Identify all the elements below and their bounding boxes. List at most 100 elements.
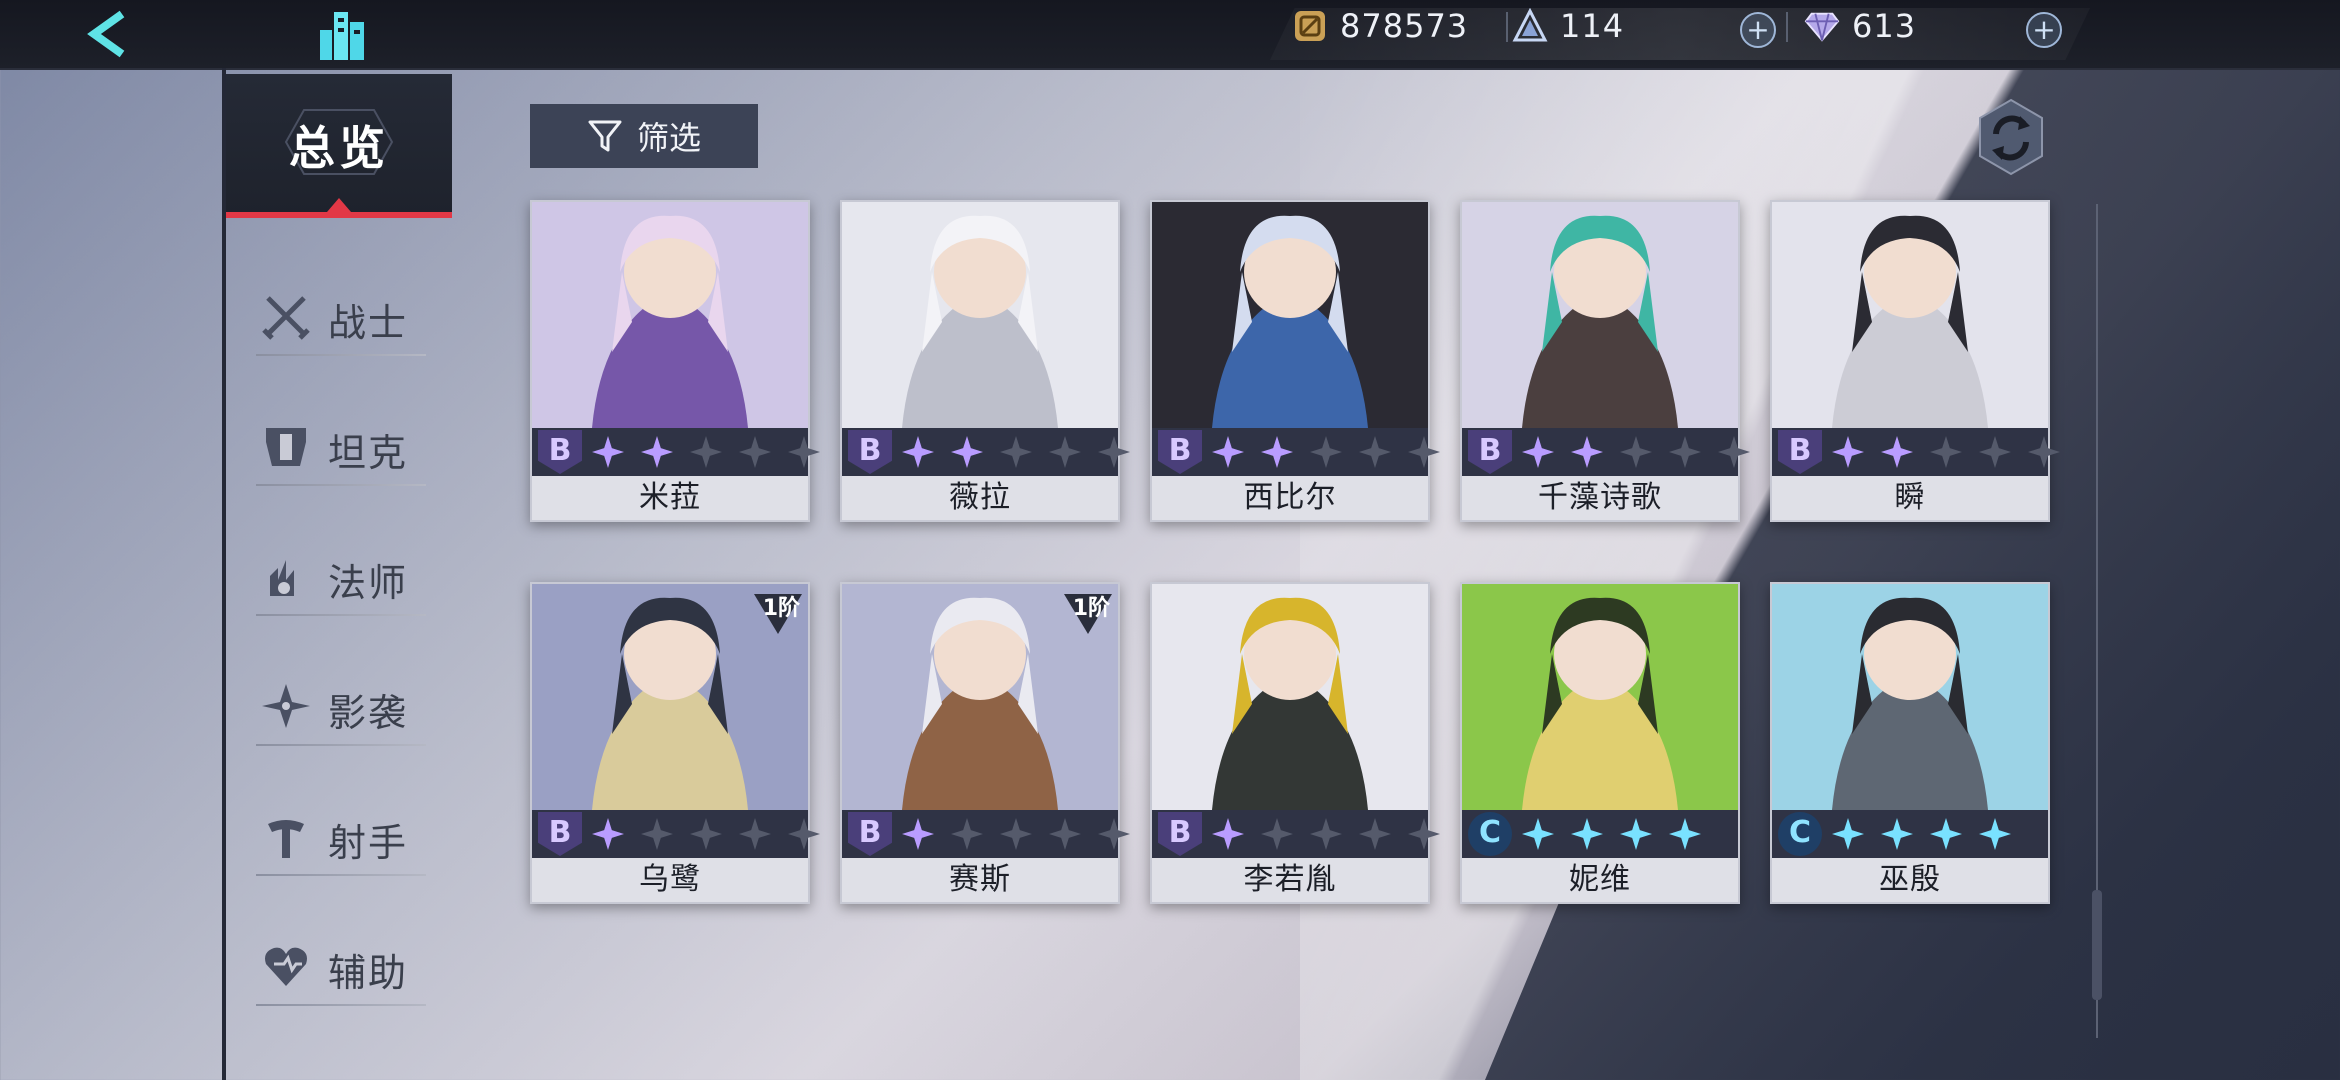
nav-tab-warrior[interactable]: 战士	[256, 270, 426, 356]
character-card[interactable]: C 妮维	[1460, 582, 1740, 904]
character-portrait	[1462, 202, 1738, 428]
star-filled-icon	[1620, 818, 1652, 850]
nav-tank-label: 坦克	[328, 431, 409, 475]
star-empty-icon	[1098, 436, 1130, 468]
star-empty-icon	[788, 818, 820, 850]
character-portrait	[1152, 584, 1428, 810]
star-empty-icon	[739, 818, 771, 850]
star-empty-icon	[1049, 436, 1081, 468]
gold-amount: 878573	[1340, 7, 1469, 45]
star-empty-icon	[1620, 436, 1652, 468]
star-filled-icon	[1212, 436, 1244, 468]
gold-coin-icon	[1292, 8, 1328, 44]
city-buildings-icon	[320, 12, 364, 60]
shield-icon	[266, 428, 306, 466]
character-card[interactable]: B 李若胤	[1150, 582, 1440, 904]
character-name: 乌鹭	[532, 858, 808, 902]
resource-divider	[1786, 12, 1788, 42]
rank-badge: B	[848, 430, 892, 474]
refresh-cycle-icon	[1979, 98, 2043, 176]
crystal-resource: 613	[1804, 7, 1917, 45]
nav-warrior-label: 战士	[328, 301, 409, 345]
flame-staff-icon	[270, 560, 294, 596]
background-light-streak	[1300, 0, 2340, 1080]
rarity-star-bar: C	[1772, 810, 2048, 858]
crystal-amount: 613	[1852, 7, 1917, 45]
rarity-star-bar: C	[1462, 810, 1738, 858]
rank-badge: B	[538, 812, 582, 856]
star-filled-icon	[592, 436, 624, 468]
character-card[interactable]: 1阶 B 赛斯	[840, 582, 1130, 904]
nav-shooter-label: 射手	[328, 821, 409, 865]
star-empty-icon	[1979, 436, 2011, 468]
plus-icon: +	[2032, 13, 2056, 46]
character-portrait	[532, 202, 808, 428]
add-crystal-button[interactable]: +	[2026, 12, 2062, 48]
rank-badge: C	[1778, 812, 1822, 856]
character-portrait	[1462, 584, 1738, 810]
scrollbar-thumb[interactable]	[2092, 890, 2102, 1000]
star-empty-icon	[690, 436, 722, 468]
rarity-star-bar: B	[532, 810, 820, 858]
character-portrait	[1772, 584, 2048, 810]
star-empty-icon	[1310, 436, 1342, 468]
character-card[interactable]: B 千藻诗歌	[1460, 200, 1750, 522]
star-filled-icon	[1669, 818, 1701, 850]
filter-label: 筛选	[636, 119, 701, 157]
character-name: 李若胤	[1152, 858, 1428, 902]
home-city-button[interactable]	[314, 6, 374, 62]
character-name: 赛斯	[842, 858, 1118, 902]
star-filled-icon	[641, 436, 673, 468]
rank-badge: B	[1158, 430, 1202, 474]
star-empty-icon	[739, 436, 771, 468]
character-card[interactable]: B 西比尔	[1150, 200, 1440, 522]
energy-triangle-icon	[1512, 8, 1548, 44]
rank-badge: C	[1468, 812, 1512, 856]
star-filled-icon	[1832, 818, 1864, 850]
nav-tab-overview[interactable]: 总览	[226, 74, 452, 218]
gold-resource: 878573	[1292, 7, 1469, 45]
star-empty-icon	[1261, 818, 1293, 850]
energy-resource: 114	[1512, 7, 1625, 45]
active-indicator-bar	[226, 212, 452, 218]
nav-tab-assassin[interactable]: 影袭	[256, 660, 426, 746]
nav-tab-tank[interactable]: 坦克	[256, 400, 426, 486]
rank-badge: B	[1468, 430, 1512, 474]
nav-underline	[256, 744, 426, 746]
character-card[interactable]: B 薇拉	[840, 200, 1130, 522]
star-empty-icon	[951, 818, 983, 850]
star-filled-icon	[1522, 818, 1554, 850]
star-empty-icon	[1000, 436, 1032, 468]
nav-underline	[256, 1004, 426, 1006]
star-empty-icon	[1669, 436, 1701, 468]
tier-badge: 1阶	[752, 586, 804, 638]
character-name: 千藻诗歌	[1462, 476, 1738, 520]
star-empty-icon	[690, 818, 722, 850]
star-filled-icon	[1832, 436, 1864, 468]
star-filled-icon	[1212, 818, 1244, 850]
active-indicator-triangle	[327, 198, 351, 212]
star-filled-icon	[1979, 818, 2011, 850]
character-card[interactable]: B瞬	[1770, 200, 2060, 522]
nav-tab-support[interactable]: 辅助	[256, 920, 426, 1006]
add-energy-button[interactable]: +	[1740, 12, 1776, 48]
character-name: 巫殷	[1772, 858, 2048, 902]
tier-label: 1阶	[1072, 596, 1110, 621]
star-filled-icon	[1571, 818, 1603, 850]
nav-tab-shooter[interactable]: 射手	[256, 790, 426, 876]
character-card[interactable]: C 巫殷	[1770, 582, 2050, 904]
rank-badge: B	[1778, 430, 1822, 474]
filter-button[interactable]: 筛选	[530, 104, 758, 168]
back-button[interactable]	[80, 6, 140, 62]
star-empty-icon	[1359, 818, 1391, 850]
star-empty-icon	[641, 818, 673, 850]
energy-amount: 114	[1560, 7, 1625, 45]
nav-mage-label: 法师	[328, 561, 409, 605]
refresh-button[interactable]	[1976, 98, 2046, 176]
character-portrait	[842, 202, 1118, 428]
character-card[interactable]: B 米菈	[530, 200, 820, 522]
crossed-swords-icon	[262, 296, 310, 340]
nav-tab-mage[interactable]: 法师	[256, 530, 426, 616]
star-empty-icon	[1718, 436, 1750, 468]
character-card[interactable]: 1阶 B 乌鹭	[530, 582, 820, 904]
